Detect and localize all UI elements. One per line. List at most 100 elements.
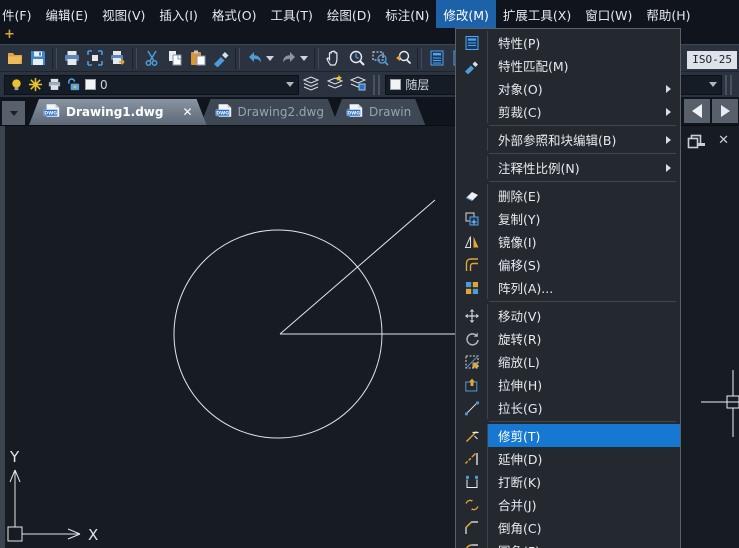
layer-freeze-icon[interactable]	[28, 77, 43, 92]
submenu-arrow-icon	[666, 108, 671, 116]
menu-item-move[interactable]: 移动(V)	[456, 304, 680, 327]
match-properties-button[interactable]	[209, 47, 232, 70]
print-button[interactable]	[60, 47, 83, 70]
color-value: 随层	[405, 76, 429, 93]
undo-dropdown-caret-icon[interactable]	[266, 56, 274, 61]
copy-button[interactable]	[163, 47, 186, 70]
toolbar-separator	[373, 75, 380, 95]
menubar-item-window[interactable]: 窗口(W)	[578, 0, 639, 28]
layer-current-button[interactable]	[347, 73, 371, 96]
paste-icon	[189, 49, 207, 67]
chevron-down-icon[interactable]	[286, 82, 294, 87]
tab-close-icon[interactable]: ✕	[182, 105, 192, 119]
open-button[interactable]	[3, 47, 26, 70]
menu-item-offset[interactable]: 偏移(S)	[456, 253, 680, 276]
toolbar-overflow-plus-icon[interactable]: +	[4, 28, 15, 42]
menu-item-clip[interactable]: 剪裁(C)	[456, 100, 680, 123]
tab-scroll-right-button[interactable]	[712, 99, 738, 123]
menu-item-label: 阵列(A)...	[498, 278, 680, 297]
tab-label: Drawing1.dwg	[66, 105, 163, 119]
menu-item-scale[interactable]: 缩放(L)	[456, 350, 680, 373]
properties-icon	[456, 31, 487, 54]
menu-item-extend[interactable]: 延伸(D)	[456, 447, 680, 470]
toolbar-separator	[235, 48, 240, 69]
tab-overflow-button[interactable]	[2, 101, 25, 125]
menu-item-xref-block-edit[interactable]: 外部参照和块编辑(B)	[456, 128, 680, 151]
menubar-item-draw[interactable]: 绘图(D)	[320, 0, 378, 28]
menubar-item-file[interactable]: 件(F)	[0, 0, 38, 28]
menu-item-lengthen[interactable]: 拉长(G)	[456, 396, 680, 419]
menu-item-join[interactable]: 合并(J)	[456, 493, 680, 516]
layer-unlock-icon[interactable]	[66, 77, 81, 92]
layer-plot-icon[interactable]	[47, 77, 62, 92]
tab-scroll-left-button[interactable]	[684, 99, 710, 123]
plot-button[interactable]	[106, 47, 129, 70]
menu-item-match-properties[interactable]: 特性匹配(M)	[456, 54, 680, 77]
toolbar-separator	[725, 75, 732, 95]
line-entity-2[interactable]	[280, 200, 435, 334]
menu-item-fillet[interactable]: 圆角(F)	[456, 539, 680, 548]
join-icon	[456, 493, 487, 516]
menubar-item-format[interactable]: 格式(O)	[205, 0, 264, 28]
menu-item-array[interactable]: 阵列(A)...	[456, 276, 680, 299]
layer-on-icon[interactable]	[9, 77, 24, 92]
undo-button[interactable]	[243, 47, 266, 70]
menu-item-chamfer[interactable]: 倒角(C)	[456, 516, 680, 539]
menu-item-break[interactable]: 打断(K)	[456, 470, 680, 493]
menubar-item-edit[interactable]: 编辑(E)	[38, 0, 95, 28]
menubar-item-help[interactable]: 帮助(H)	[639, 0, 697, 28]
menu-item-label: 复制(Y)	[498, 209, 680, 228]
document-window-controls: ✕	[692, 134, 729, 147]
submenu-arrow-icon	[666, 164, 671, 172]
cad-application-window: 件(F)编辑(E)视图(V)插入(I)格式(O)工具(T)绘图(D)标注(N)修…	[0, 0, 739, 548]
document-tab-drawing2[interactable]: DWG Drawing2.dwg	[201, 99, 338, 125]
ucs-icon: Y X	[8, 448, 98, 544]
chevron-down-icon	[10, 111, 18, 116]
menu-item-trim[interactable]: 修剪(T)	[456, 424, 680, 447]
restore-icon[interactable]	[687, 134, 703, 149]
toolbar-separator	[132, 48, 137, 69]
redo-button[interactable]	[277, 47, 300, 70]
menu-item-mirror[interactable]: 镜像(I)	[456, 230, 680, 253]
redo-dropdown-caret-icon[interactable]	[300, 56, 308, 61]
trim-icon	[456, 424, 487, 447]
menu-item-object[interactable]: 对象(O)	[456, 77, 680, 100]
menu-item-label: 打断(K)	[498, 472, 680, 491]
close-icon[interactable]: ✕	[718, 134, 729, 147]
pan-button[interactable]	[322, 47, 345, 70]
layers1-icon	[302, 74, 320, 96]
zoom-realtime-button[interactable]	[345, 47, 368, 70]
chevron-down-icon[interactable]	[709, 82, 717, 87]
menu-icon-placeholder	[456, 128, 487, 151]
menu-item-copy[interactable]: 复制(Y)	[456, 207, 680, 230]
menu-icon-placeholder	[456, 100, 487, 123]
document-tab-drawing3[interactable]: DWG Drawin	[332, 99, 425, 125]
layer-combo[interactable]: 0	[4, 75, 299, 95]
zoom-window-button[interactable]	[368, 47, 391, 70]
paste-button[interactable]	[186, 47, 209, 70]
menu-item-rotate[interactable]: 旋转(R)	[456, 327, 680, 350]
menubar-item-modify[interactable]: 修改(M)	[436, 0, 496, 28]
menubar-item-insert[interactable]: 插入(I)	[152, 0, 204, 28]
dimension-style-select[interactable]: ISO-25	[687, 51, 737, 69]
menubar-item-tools[interactable]: 工具(T)	[263, 0, 319, 28]
menu-item-properties[interactable]: 特性(P)	[456, 31, 680, 54]
save-button[interactable]	[26, 47, 49, 70]
submenu-arrow-icon	[666, 136, 671, 144]
layer-states-button[interactable]	[323, 73, 347, 96]
layer-properties-manager-button[interactable]	[299, 73, 323, 96]
svg-text:X: X	[88, 526, 98, 544]
submenu-arrow-icon	[666, 85, 671, 93]
cut-button[interactable]	[140, 47, 163, 70]
document-tab-drawing1[interactable]: DWG Drawing1.dwg✕	[29, 99, 207, 125]
properties-palette-button[interactable]	[425, 47, 448, 70]
print-preview-button[interactable]	[83, 47, 106, 70]
zoom-previous-button[interactable]	[391, 47, 414, 70]
menubar-item-express[interactable]: 扩展工具(X)	[496, 0, 578, 28]
redo-icon	[280, 49, 298, 67]
menubar-item-view[interactable]: 视图(V)	[95, 0, 152, 28]
menu-item-annotative-scale[interactable]: 注释性比例(N)	[456, 156, 680, 179]
menu-item-stretch[interactable]: 拉伸(H)	[456, 373, 680, 396]
menubar-item-dimension[interactable]: 标注(N)	[378, 0, 436, 28]
menu-item-erase[interactable]: 删除(E)	[456, 184, 680, 207]
